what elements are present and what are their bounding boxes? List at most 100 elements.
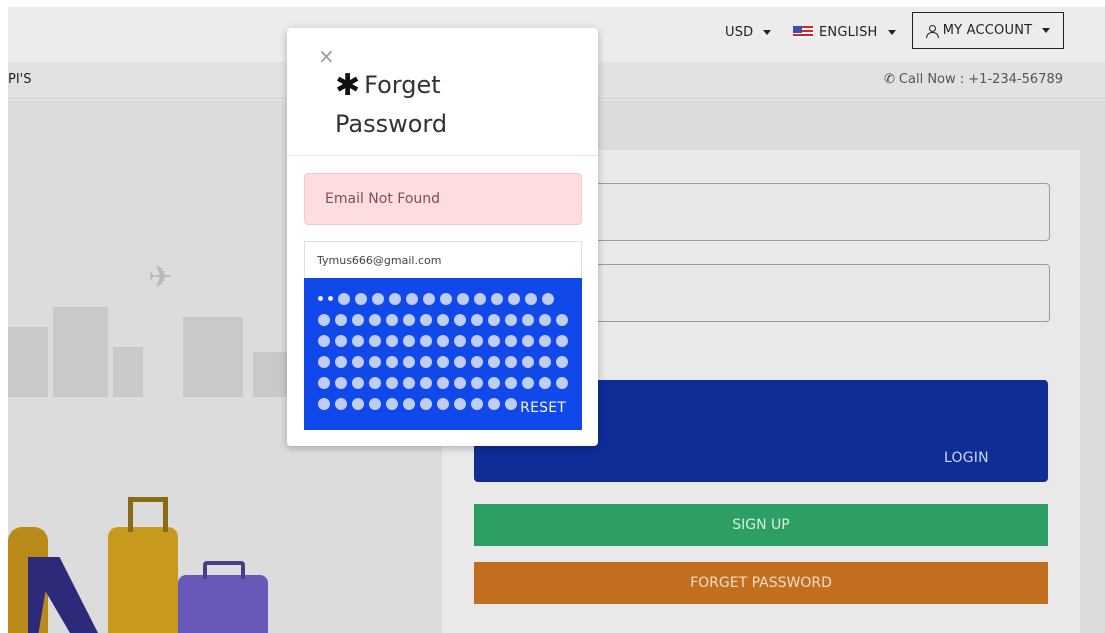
dot	[539, 376, 551, 389]
dot	[335, 334, 347, 347]
asterisk-icon: ✱	[335, 68, 361, 103]
dot-row	[318, 353, 568, 370]
dot	[352, 355, 364, 368]
dot	[471, 334, 483, 347]
dot	[525, 292, 537, 305]
dot	[556, 376, 568, 389]
dot	[539, 355, 551, 368]
dot	[508, 292, 520, 305]
dot	[352, 376, 364, 389]
dot	[420, 376, 432, 389]
dot	[352, 397, 364, 410]
dot	[386, 334, 398, 347]
dot	[403, 355, 415, 368]
dot	[420, 334, 432, 347]
dot	[488, 334, 500, 347]
dot	[420, 313, 432, 326]
dot	[471, 355, 483, 368]
reset-button[interactable]: RESET	[304, 278, 582, 430]
dot	[386, 355, 398, 368]
dot	[556, 313, 568, 326]
dot	[437, 313, 449, 326]
dot	[369, 355, 381, 368]
dot	[420, 397, 432, 410]
dot	[505, 355, 517, 368]
dot	[352, 334, 364, 347]
dot	[505, 397, 517, 410]
dot	[471, 376, 483, 389]
modal-title: ✱ Forget Password	[335, 66, 535, 143]
dot	[539, 313, 551, 326]
dot	[369, 313, 381, 326]
dot	[437, 334, 449, 347]
dot	[403, 397, 415, 410]
dot	[488, 376, 500, 389]
dot	[491, 292, 503, 305]
dot	[454, 397, 466, 410]
dot	[454, 355, 466, 368]
dot	[369, 334, 381, 347]
dot	[471, 397, 483, 410]
dot	[318, 376, 330, 389]
dot	[318, 355, 330, 368]
dot	[369, 397, 381, 410]
dot	[505, 334, 517, 347]
close-icon[interactable]: ×	[318, 46, 335, 66]
dot	[505, 313, 517, 326]
dot	[440, 292, 452, 305]
dot	[488, 355, 500, 368]
dot	[403, 313, 415, 326]
dot	[556, 334, 568, 347]
dot	[335, 376, 347, 389]
dot	[437, 376, 449, 389]
error-alert: Email Not Found	[304, 173, 582, 225]
dot	[372, 292, 384, 305]
dot	[471, 313, 483, 326]
dot	[335, 397, 347, 410]
dot	[355, 292, 367, 305]
dot	[488, 397, 500, 410]
dot	[386, 397, 398, 410]
dot	[474, 292, 486, 305]
dot	[522, 334, 534, 347]
dot	[457, 292, 469, 305]
dot	[338, 292, 350, 305]
dot	[437, 397, 449, 410]
dot	[505, 376, 517, 389]
dot	[318, 296, 323, 301]
dot	[542, 292, 554, 305]
dot	[328, 296, 333, 301]
dot	[386, 313, 398, 326]
dot	[386, 376, 398, 389]
dot	[389, 292, 401, 305]
dot	[454, 313, 466, 326]
dot	[420, 355, 432, 368]
dot	[335, 355, 347, 368]
dot	[556, 355, 568, 368]
dot-row	[318, 374, 568, 391]
dot	[539, 334, 551, 347]
email-input[interactable]	[304, 241, 582, 279]
dot-row	[318, 311, 568, 328]
dot-row	[318, 332, 568, 349]
dot-row	[318, 290, 568, 307]
captcha-dot-pattern	[318, 290, 568, 416]
dot	[454, 376, 466, 389]
forget-password-modal: × ✱Forget Password Email Not Found RESET	[287, 28, 598, 446]
dot	[369, 376, 381, 389]
dot	[403, 376, 415, 389]
dot	[318, 313, 330, 326]
dot	[522, 313, 534, 326]
dot	[522, 355, 534, 368]
error-alert-text: Email Not Found	[325, 191, 441, 207]
dot	[423, 292, 435, 305]
dot	[318, 397, 330, 410]
modal-header: × ✱ Forget Password	[287, 28, 598, 156]
reset-button-label: RESET	[520, 400, 566, 416]
dot	[437, 355, 449, 368]
dot	[406, 292, 418, 305]
dot	[335, 313, 347, 326]
dot	[454, 334, 466, 347]
dot	[522, 376, 534, 389]
dot	[488, 313, 500, 326]
